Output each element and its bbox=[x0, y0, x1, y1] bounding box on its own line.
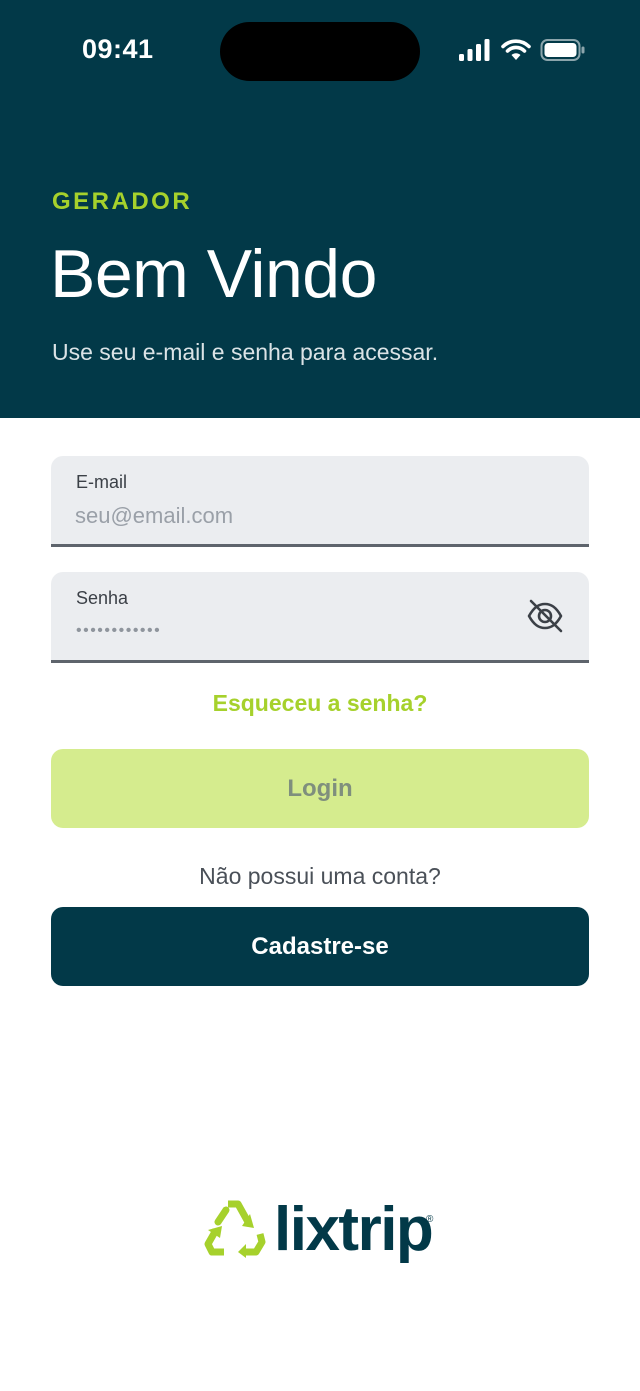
login-button[interactable]: Login bbox=[51, 749, 589, 828]
user-role-label: GERADOR bbox=[52, 188, 193, 215]
page-subtitle: Use seu e-mail e senha para acessar. bbox=[52, 339, 439, 365]
password-input[interactable]: •••••••••••• bbox=[76, 620, 161, 642]
email-label: E-mail bbox=[76, 472, 128, 492]
cellular-signal-icon bbox=[459, 39, 490, 61]
registered-mark: ® bbox=[426, 1214, 434, 1225]
forgot-password-link[interactable]: Esqueceu a senha? bbox=[0, 690, 640, 717]
signup-button[interactable]: Cadastre-se bbox=[51, 907, 589, 986]
dynamic-island bbox=[220, 22, 420, 81]
brand-logo: lixtrip ® bbox=[204, 1195, 444, 1272]
status-icons bbox=[458, 38, 586, 66]
status-time: 09:41 bbox=[82, 34, 154, 64]
email-field[interactable]: E-mail bbox=[51, 456, 589, 547]
brand-name: lixtrip bbox=[274, 1195, 434, 1264]
password-field[interactable]: Senha •••••••••••• bbox=[51, 572, 589, 663]
no-account-text: Não possui uma conta? bbox=[199, 863, 441, 889]
eye-off-icon bbox=[527, 599, 563, 633]
status-bar: 09:41 bbox=[0, 0, 640, 104]
battery-icon bbox=[540, 39, 585, 61]
recycle-logo-icon bbox=[204, 1200, 266, 1258]
header-panel: 09:41 GERADOR Bem Vindo Use seu e-mail e… bbox=[0, 0, 640, 418]
password-label: Senha bbox=[76, 588, 129, 608]
page-title: Bem Vindo bbox=[50, 236, 377, 312]
wifi-icon bbox=[501, 39, 531, 60]
email-input[interactable] bbox=[75, 500, 505, 532]
password-visibility-toggle[interactable] bbox=[525, 596, 565, 636]
